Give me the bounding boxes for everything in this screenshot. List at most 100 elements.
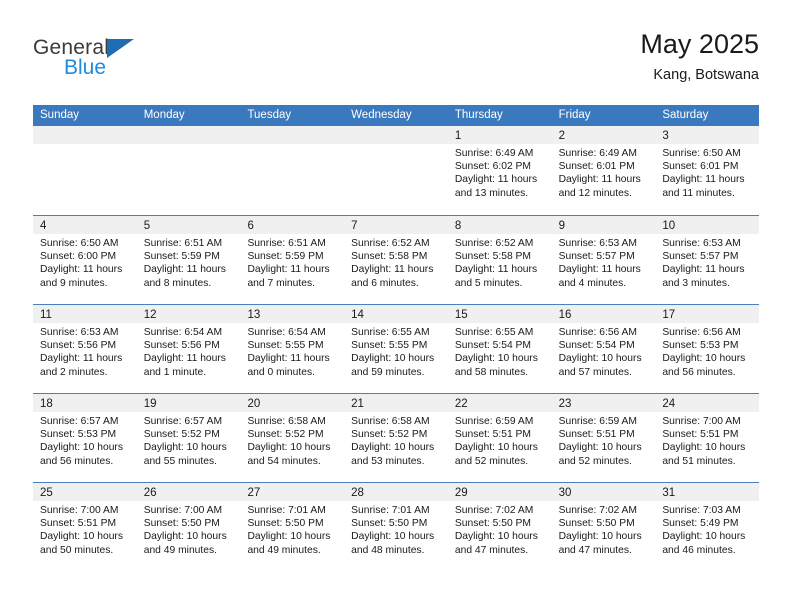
day-cell[interactable]: 3 Sunrise: 6:50 AM Sunset: 6:01 PM Daylight… [655,126,760,215]
day-number: 2 [558,130,565,142]
day-number: 11 [40,309,52,321]
day-details [344,144,448,147]
day-cell[interactable]: 13 Sunrise: 6:54 AM Sunset: 5:55 PM Dayligh… [240,305,345,393]
day-cell[interactable]: 24 Sunrise: 7:00 AM Sunset: 5:51 PM Dayligh… [655,394,760,482]
sunset-line: Sunset: 6:00 PM [40,251,117,263]
day-cell[interactable]: 2 Sunrise: 6:49 AM Sunset: 6:01 PM Daylight… [551,126,656,215]
day-cell[interactable]: 20 Sunrise: 6:58 AM Sunset: 5:52 PM Dayligh… [240,394,345,482]
day-cell[interactable]: 28 Sunrise: 7:01 AM Sunset: 5:50 PM Dayligh… [344,483,448,571]
day-details: Sunrise: 6:52 AM Sunset: 5:58 PM Daylight:… [448,234,552,290]
day-number-band: 12 [136,305,241,323]
daylight-line-1: Daylight: 11 hours [247,353,330,365]
day-cell[interactable]: 12 Sunrise: 6:54 AM Sunset: 5:56 PM Dayligh… [136,305,241,393]
day-cell[interactable]: 14 Sunrise: 6:55 AM Sunset: 5:55 PM Dayligh… [344,305,448,393]
day-cell[interactable]: 15 Sunrise: 6:55 AM Sunset: 5:54 PM Dayligh… [447,305,552,393]
daylight-line-2: and 3 minutes. [662,277,730,289]
sunrise-line: Sunrise: 6:52 AM [351,238,430,249]
day-number-band: 17 [655,305,760,323]
sunrise-line: Sunrise: 7:01 AM [247,505,326,516]
day-number: 26 [143,487,157,499]
day-cell[interactable]: 25 Sunrise: 7:00 AM Sunset: 5:51 PM Dayligh… [33,483,137,571]
day-cell[interactable]: 23 Sunrise: 6:59 AM Sunset: 5:51 PM Dayligh… [551,394,656,482]
daylight-line-1: Daylight: 10 hours [662,531,746,543]
day-cell-empty [33,126,137,215]
day-cell[interactable]: 8 Sunrise: 6:52 AM Sunset: 5:58 PM Daylight… [447,216,552,304]
day-cell[interactable]: 17 Sunrise: 6:56 AM Sunset: 5:53 PM Dayligh… [655,305,760,393]
day-cell[interactable]: 19 Sunrise: 6:57 AM Sunset: 5:52 PM Dayligh… [136,394,241,482]
sunrise-line: Sunrise: 6:50 AM [662,148,741,159]
daylight-line-1: Daylight: 10 hours [351,442,435,454]
weekday-header-wednesday: Wednesday [351,109,412,121]
day-number-band [136,126,241,144]
day-details: Sunrise: 7:01 AM Sunset: 5:50 PM Daylight:… [344,501,448,557]
day-cell[interactable]: 16 Sunrise: 6:56 AM Sunset: 5:54 PM Dayligh… [551,305,656,393]
day-details: Sunrise: 6:57 AM Sunset: 5:53 PM Daylight:… [33,412,137,468]
sunset-line: Sunset: 5:57 PM [558,251,635,263]
daylight-line-1: Daylight: 10 hours [143,442,227,454]
day-cell[interactable]: 18 Sunrise: 6:57 AM Sunset: 5:53 PM Dayligh… [33,394,137,482]
day-cell[interactable]: 22 Sunrise: 6:59 AM Sunset: 5:51 PM Dayligh… [447,394,552,482]
sunset-line: Sunset: 5:58 PM [454,251,532,263]
day-cell[interactable]: 30 Sunrise: 7:02 AM Sunset: 5:50 PM Dayligh… [551,483,656,571]
day-cell[interactable]: 29 Sunrise: 7:02 AM Sunset: 5:50 PM Dayligh… [447,483,552,571]
daylight-line-2: and 5 minutes. [454,277,523,289]
day-cell[interactable]: 31 Sunrise: 7:03 AM Sunset: 5:49 PM Dayligh… [655,483,760,571]
day-cell[interactable]: 9 Sunrise: 6:53 AM Sunset: 5:57 PM Daylight… [551,216,656,304]
day-number-band: 16 [551,305,656,323]
sunset-line: Sunset: 5:52 PM [247,429,324,441]
day-details: Sunrise: 6:57 AM Sunset: 5:52 PM Daylight:… [137,412,241,468]
day-number: 1 [454,130,462,142]
daylight-line-2: and 56 minutes. [662,366,736,378]
sunset-line: Sunset: 5:59 PM [247,251,324,263]
day-cell[interactable]: 1 Sunrise: 6:49 AM Sunset: 6:02 PM Daylight… [447,126,552,215]
day-number-band: 6 [240,216,345,234]
sunset-line: Sunset: 5:55 PM [351,340,428,352]
sunrise-line: Sunrise: 6:49 AM [454,148,534,159]
day-cell[interactable]: 5 Sunrise: 6:51 AM Sunset: 5:59 PM Daylight… [136,216,241,304]
day-cell[interactable]: 11 Sunrise: 6:53 AM Sunset: 5:56 PM Dayligh… [33,305,137,393]
page-header: General Blue May 2025 Kang, Botswana [33,28,759,100]
sunset-line: Sunset: 5:56 PM [40,340,117,352]
day-number: 24 [662,398,676,410]
sunset-line: Sunset: 5:50 PM [558,518,635,530]
sunset-line: Sunset: 5:55 PM [247,340,324,352]
day-details: Sunrise: 6:51 AM Sunset: 5:59 PM Daylight:… [240,234,344,290]
sunrise-line: Sunrise: 7:00 AM [662,416,741,427]
day-number: 10 [662,220,676,232]
day-number-band: 7 [344,216,448,234]
day-number: 20 [247,398,261,410]
daylight-line-2: and 53 minutes. [351,455,425,467]
sunrise-line: Sunrise: 7:02 AM [454,505,534,516]
day-cell[interactable]: 4 Sunrise: 6:50 AM Sunset: 6:00 PM Daylight… [33,216,137,304]
day-cell[interactable]: 21 Sunrise: 6:58 AM Sunset: 5:52 PM Dayligh… [344,394,448,482]
day-number-band: 28 [344,483,448,501]
day-number-band: 31 [655,483,760,501]
sunset-line: Sunset: 5:51 PM [454,429,532,441]
calendar-page: General Blue May 2025 Kang, Botswana Sun… [0,0,792,612]
sunset-line: Sunset: 5:51 PM [40,518,117,530]
day-cell[interactable]: 26 Sunrise: 7:00 AM Sunset: 5:50 PM Dayligh… [136,483,241,571]
day-number-band: 4 [33,216,137,234]
day-number-band: 29 [447,483,552,501]
title-block: May 2025 Kang, Botswana [640,28,759,84]
day-details [137,144,241,147]
day-number-band: 21 [344,394,448,412]
day-cell[interactable]: 27 Sunrise: 7:01 AM Sunset: 5:50 PM Dayligh… [240,483,345,571]
day-number: 5 [143,220,151,232]
general-blue-logo[interactable]: General Blue [33,36,233,96]
daylight-line-2: and 7 minutes. [247,277,315,289]
day-number: 14 [351,309,364,321]
sunrise-line: Sunrise: 7:03 AM [662,505,741,516]
week-row: 4 Sunrise: 6:50 AM Sunset: 6:00 PM Daylight… [33,215,760,304]
weekday-header-monday: Monday [143,109,185,121]
daylight-line-1: Daylight: 11 hours [143,353,226,365]
day-cell[interactable]: 7 Sunrise: 6:52 AM Sunset: 5:58 PM Daylight… [344,216,448,304]
day-cell[interactable]: 6 Sunrise: 6:51 AM Sunset: 5:59 PM Daylight… [240,216,345,304]
sunset-line: Sunset: 5:50 PM [143,518,220,530]
daylight-line-1: Daylight: 10 hours [454,442,538,454]
daylight-line-2: and 50 minutes. [40,544,114,556]
sunrise-line: Sunrise: 6:49 AM [558,148,638,159]
day-number-band: 9 [551,216,656,234]
day-cell[interactable]: 10 Sunrise: 6:53 AM Sunset: 5:57 PM Dayligh… [655,216,760,304]
day-number-band: 22 [447,394,552,412]
